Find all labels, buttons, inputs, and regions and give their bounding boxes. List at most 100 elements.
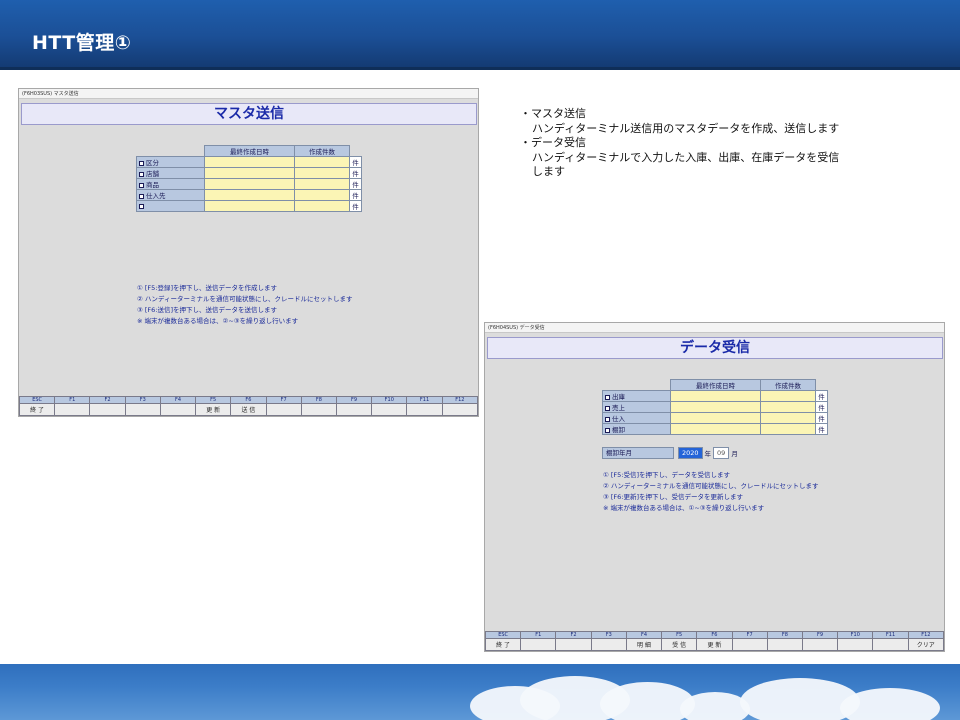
cloud-decoration bbox=[680, 692, 750, 720]
last-created-cell bbox=[670, 390, 761, 402]
checkbox[interactable] bbox=[139, 193, 144, 199]
last-created-cell bbox=[204, 156, 295, 168]
description-line: ・マスタ送信 bbox=[520, 107, 586, 120]
last-created-cell bbox=[204, 178, 295, 190]
header-count: 作成件数 bbox=[760, 379, 816, 391]
month-input[interactable]: 09 bbox=[713, 447, 730, 459]
slide-footer bbox=[0, 664, 960, 720]
header-count: 作成件数 bbox=[294, 145, 350, 157]
fkey-f5-button[interactable]: 更 新 bbox=[195, 403, 232, 416]
instruction-line: ① [F5:受信]を押下し、データを受信します bbox=[603, 471, 731, 479]
fkey-f4-button[interactable]: 明 細 bbox=[625, 638, 663, 651]
fkey-f9-button[interactable] bbox=[335, 403, 373, 416]
fkey-f12-button[interactable] bbox=[441, 403, 479, 416]
count-cell bbox=[294, 167, 350, 179]
last-created-cell bbox=[670, 423, 761, 435]
table-row: 仕入 件 bbox=[602, 412, 828, 424]
fkey-f7-button[interactable] bbox=[265, 403, 302, 416]
data-receive-window: (F6H04SUS) データ受信 データ受信 最終作成日時 作成件数 出庫 件 … bbox=[484, 322, 945, 652]
checkbox[interactable] bbox=[139, 171, 144, 177]
fkey-f6-button[interactable]: 更 新 bbox=[696, 638, 733, 651]
description-line: ハンディターミナルで入力した入庫、出庫、在庫データを受信 bbox=[532, 150, 840, 164]
last-created-cell bbox=[670, 412, 761, 424]
instruction-line: ※ 端末が複数台ある場合は、①~③を繰り返し行います bbox=[603, 504, 765, 512]
fkey-esc-button[interactable]: 終 了 bbox=[484, 638, 522, 651]
checkbox[interactable] bbox=[139, 182, 144, 188]
fkey-f12-button[interactable]: クリア bbox=[907, 638, 945, 651]
instructions: ① [F5:受信]を押下し、データを受信します ② ハンディーターミナルを通信可… bbox=[603, 470, 818, 514]
table-row: 出庫 件 bbox=[602, 390, 828, 402]
instruction-line: ② ハンディーターミナルを通信可能状態にし、クレードルにセットします bbox=[603, 482, 819, 490]
instruction-line: ① [F5:登録]を押下し、送信データを作成します bbox=[137, 284, 278, 292]
table-row: 売上 件 bbox=[602, 401, 828, 413]
header-last-created: 最終作成日時 bbox=[670, 379, 761, 391]
function-key-bar: ESC F1 F2 F3 F4 F5 F6 F7 F8 F9 F10 F11 F… bbox=[18, 396, 479, 416]
instruction-line: ② ハンディーターミナルを通信可能状態にし、クレードルにセットします bbox=[137, 295, 353, 303]
table-row: 店舗 件 bbox=[136, 167, 362, 179]
table-row: 棚卸 件 bbox=[602, 423, 828, 435]
window-caption: (F6H04SUS) データ受信 bbox=[485, 323, 944, 333]
last-created-cell bbox=[204, 189, 295, 201]
fkey-f1-button[interactable] bbox=[520, 638, 557, 651]
instructions: ① [F5:登録]を押下し、送信データを作成します ② ハンディーターミナルを通… bbox=[137, 283, 352, 327]
table-row: 区分 件 bbox=[136, 156, 362, 168]
fkey-f5-button[interactable]: 受 信 bbox=[661, 638, 698, 651]
checkbox[interactable] bbox=[605, 405, 610, 411]
checkbox[interactable] bbox=[605, 427, 610, 433]
window-title: マスタ送信 bbox=[21, 103, 477, 125]
fkey-f11-button[interactable] bbox=[406, 403, 443, 416]
table-row: 商品 件 bbox=[136, 178, 362, 190]
checkbox[interactable] bbox=[605, 416, 610, 422]
fkey-f8-button[interactable] bbox=[300, 403, 337, 416]
fkey-f3-button[interactable] bbox=[590, 638, 627, 651]
fkey-f6-button[interactable]: 送 信 bbox=[230, 403, 267, 416]
fkey-f2-button[interactable] bbox=[555, 638, 592, 651]
fkey-f4-button[interactable] bbox=[159, 403, 197, 416]
fkey-f1-button[interactable] bbox=[54, 403, 91, 416]
year-month-label: 棚卸年月 bbox=[602, 447, 674, 459]
table-row: 件 bbox=[136, 200, 362, 212]
fkey-f2-button[interactable] bbox=[89, 403, 126, 416]
count-cell bbox=[294, 178, 350, 190]
last-created-cell bbox=[670, 401, 761, 413]
count-cell bbox=[760, 401, 816, 413]
slide-title: HTT管理① bbox=[32, 32, 132, 54]
fkey-f10-button[interactable] bbox=[837, 638, 874, 651]
fkey-f7-button[interactable] bbox=[731, 638, 768, 651]
instruction-line: ③ [F6:更新]を押下し、受信データを更新します bbox=[603, 493, 744, 501]
last-created-cell bbox=[204, 200, 295, 212]
description-line: ハンディターミナル送信用のマスタデータを作成、送信します bbox=[532, 121, 840, 135]
fkey-f3-button[interactable] bbox=[124, 403, 161, 416]
header-last-created: 最終作成日時 bbox=[204, 145, 295, 157]
fkey-esc-button[interactable]: 終 了 bbox=[18, 403, 56, 416]
count-cell bbox=[760, 423, 816, 435]
receive-count-table: 最終作成日時 作成件数 出庫 件 売上 件 仕入 件 棚卸 件 bbox=[602, 379, 828, 435]
window-caption: (F6H03SUS) マスタ送信 bbox=[19, 89, 478, 99]
description: ・マスタ送信 ハンディターミナル送信用のマスタデータを作成、送信します ・データ… bbox=[520, 107, 839, 180]
count-cell bbox=[760, 412, 816, 424]
fkey-f8-button[interactable] bbox=[766, 638, 803, 651]
fkey-f11-button[interactable] bbox=[872, 638, 909, 651]
count-cell bbox=[294, 156, 350, 168]
fkey-f10-button[interactable] bbox=[371, 403, 408, 416]
function-key-bar: ESC F1 F2 F3 F4 F5 F6 F7 F8 F9 F10 F11 F… bbox=[484, 631, 945, 651]
year-input[interactable]: 2020 bbox=[678, 447, 703, 459]
instruction-line: ※ 端末が複数台ある場合は、②~③を繰り返し行います bbox=[137, 317, 299, 325]
inventory-year-month: 棚卸年月 2020 年 09 月 bbox=[602, 447, 740, 459]
slide-header: HTT管理① bbox=[0, 0, 960, 70]
fkey-f9-button[interactable] bbox=[801, 638, 839, 651]
checkbox[interactable] bbox=[139, 160, 144, 166]
description-line: します bbox=[532, 165, 565, 178]
count-cell bbox=[760, 390, 816, 402]
description-line: ・データ受信 bbox=[520, 136, 586, 149]
instruction-line: ③ [F6:送信]を押下し、送信データを送信します bbox=[137, 306, 278, 314]
window-title: データ受信 bbox=[487, 337, 943, 359]
cloud-decoration bbox=[840, 688, 940, 720]
table-row: 仕入先 件 bbox=[136, 189, 362, 201]
count-cell bbox=[294, 200, 350, 212]
last-created-cell bbox=[204, 167, 295, 179]
checkbox[interactable] bbox=[605, 394, 610, 400]
checkbox[interactable] bbox=[139, 203, 144, 209]
master-send-window: (F6H03SUS) マスタ送信 マスタ送信 最終作成日時 作成件数 区分 件 … bbox=[18, 88, 479, 417]
master-count-table: 最終作成日時 作成件数 区分 件 店舗 件 商品 件 仕入先 件 件 bbox=[136, 145, 362, 212]
